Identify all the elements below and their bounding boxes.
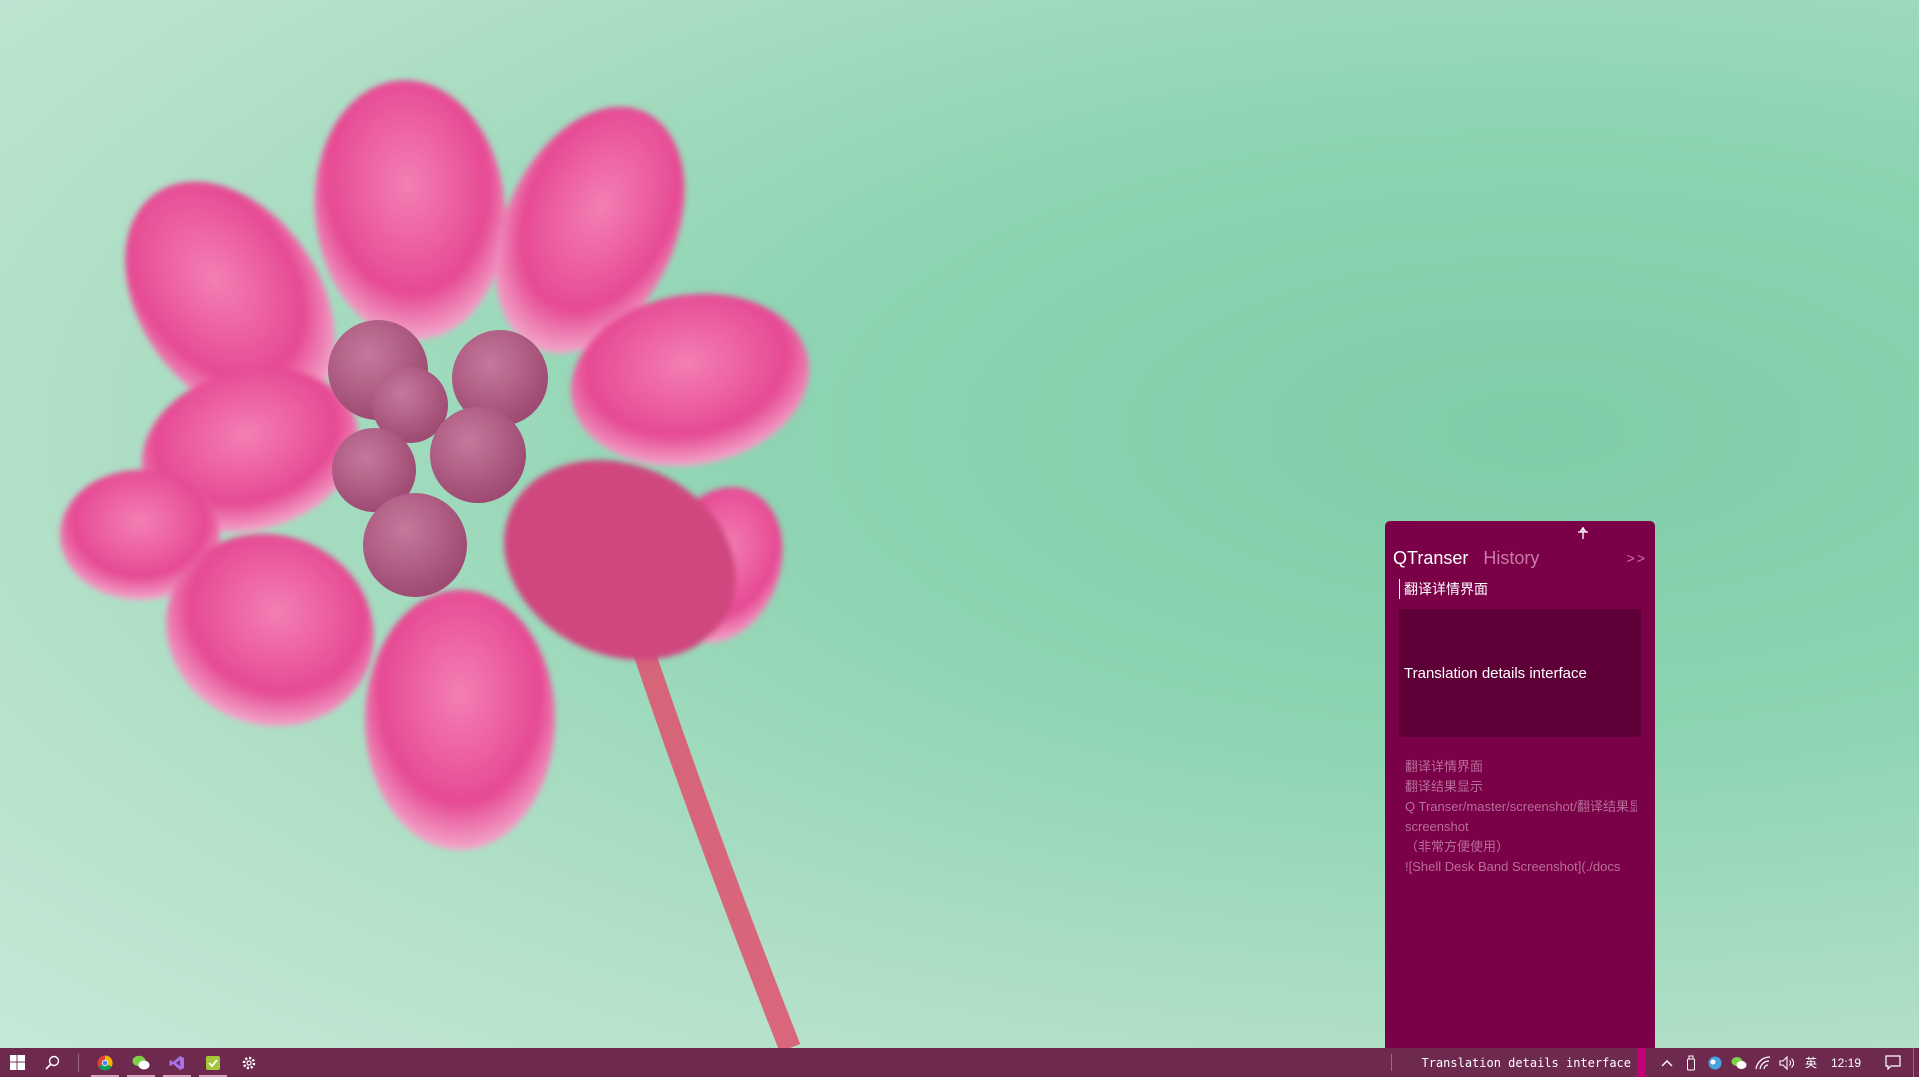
show-hidden-icons-button[interactable] <box>1655 1048 1679 1077</box>
deskband-translation-text: Translation details interface <box>1421 1055 1631 1070</box>
usb-drive-icon <box>1687 1055 1695 1070</box>
chevron-up-icon <box>1661 1059 1673 1066</box>
translation-details: 翻译详情界面 翻译结果显示 Q Transer/master/screensho… <box>1405 757 1637 877</box>
input-method-indicator[interactable]: 英 <box>1799 1048 1823 1077</box>
settings-icon <box>242 1056 256 1069</box>
notification-icon <box>1885 1055 1901 1070</box>
panel-header: QTranser History >> <box>1393 545 1647 571</box>
search-icon <box>45 1055 60 1070</box>
detail-line: 翻译详情界面 <box>1405 759 1484 774</box>
windows-icon <box>9 1055 25 1070</box>
tray-wechat[interactable] <box>1727 1048 1751 1077</box>
detail-line: ![Shell Desk Band Screenshot](./docs <box>1405 859 1621 874</box>
collapse-button[interactable]: >> <box>1627 550 1647 566</box>
chrome-icon <box>97 1054 113 1071</box>
wifi-icon <box>1755 1055 1771 1069</box>
taskbar-app-notepad[interactable] <box>195 1048 231 1077</box>
taskbar-separator <box>78 1053 79 1072</box>
system-tray: 英 12:19 <box>1655 1048 1913 1077</box>
tray-volume[interactable] <box>1775 1048 1799 1077</box>
search-button[interactable] <box>34 1048 70 1077</box>
translation-result-text: Translation details interface <box>1404 664 1587 682</box>
tray-wifi[interactable] <box>1751 1048 1775 1077</box>
clock[interactable]: 12:19 <box>1823 1056 1873 1070</box>
action-center-button[interactable] <box>1873 1048 1913 1077</box>
deskband-accent <box>1637 1048 1645 1077</box>
visual-studio-icon <box>169 1055 184 1070</box>
tray-app[interactable] <box>1703 1048 1727 1077</box>
app-tray-icon <box>1708 1056 1722 1069</box>
app-title-tab[interactable]: QTranser <box>1393 548 1468 569</box>
qtranser-deskband[interactable]: Translation details interface <box>1391 1048 1645 1077</box>
wechat-icon <box>132 1055 150 1069</box>
tray-usb[interactable] <box>1679 1048 1703 1077</box>
translation-result-box: Translation details interface <box>1399 609 1641 737</box>
show-desktop-button[interactable] <box>1913 1048 1919 1077</box>
detail-line: 翻译结果显示 <box>1405 779 1484 794</box>
translate-input[interactable]: 翻译详情界面 <box>1399 579 1641 599</box>
detail-line: Q Transer/master/screenshot/翻译结果显示 <box>1405 799 1637 814</box>
volume-icon <box>1779 1055 1794 1070</box>
taskbar-app-wechat[interactable] <box>123 1048 159 1077</box>
taskbar-app-visual-studio[interactable] <box>159 1048 195 1077</box>
wechat-icon <box>1731 1056 1747 1069</box>
history-tab[interactable]: History <box>1483 548 1539 569</box>
taskbar-app-chrome[interactable] <box>87 1048 123 1077</box>
detail-line: （非常方便使用） <box>1405 839 1510 854</box>
taskbar-app-settings[interactable] <box>231 1048 267 1077</box>
qtranser-panel: QTranser History >> 翻译详情界面 Translation d… <box>1385 521 1655 1048</box>
notepad-icon <box>206 1055 220 1070</box>
start-button[interactable] <box>0 1048 34 1077</box>
pin-icon[interactable] <box>1575 525 1591 541</box>
detail-line: screenshot <box>1405 819 1469 834</box>
deskband-separator <box>1391 1054 1392 1071</box>
